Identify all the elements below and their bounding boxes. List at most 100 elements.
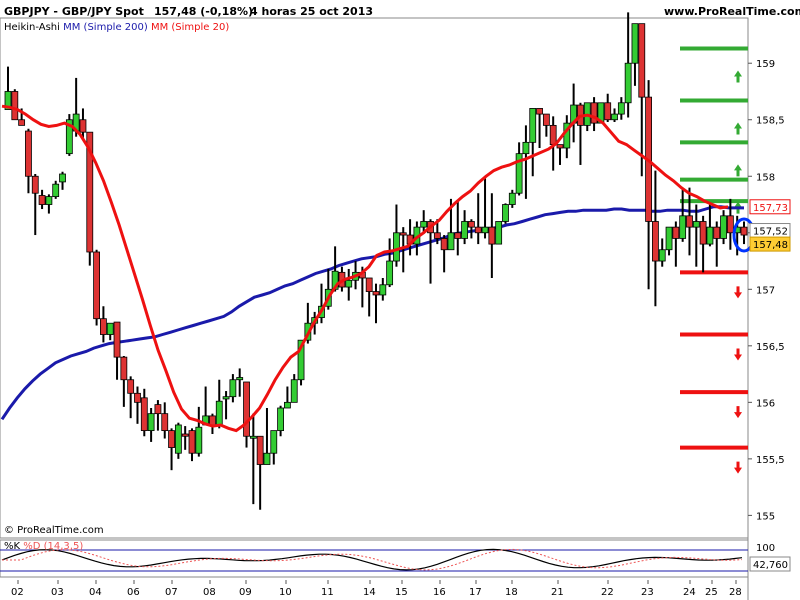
x-tick-label: 06: [127, 587, 140, 598]
x-tick-label: 24: [683, 587, 696, 598]
legend-ma20: MM (Simple 20): [150, 22, 230, 33]
candle-body: [536, 108, 543, 115]
candle-body: [617, 102, 625, 115]
candle-body: [209, 415, 216, 426]
candle-body: [365, 277, 373, 292]
candle-body: [52, 183, 60, 198]
candle-body: [127, 379, 135, 394]
support-resistance-levels: [680, 46, 748, 474]
sma200-series: [0, 205, 744, 421]
candle-body: [277, 407, 284, 432]
x-tick-label: 18: [505, 587, 518, 598]
price-label-text: 157,73: [753, 203, 788, 214]
down-arrow-icon: [734, 461, 742, 474]
candle-body: [652, 221, 659, 262]
candle-body: [140, 397, 148, 432]
candle-body: [270, 430, 278, 454]
candle-body: [229, 379, 237, 398]
price-label-text: 157,48: [753, 240, 788, 251]
candle-body: [188, 430, 196, 454]
x-tick-label: 21: [551, 587, 564, 598]
candle-body: [134, 392, 141, 403]
candle-body: [713, 226, 721, 239]
candle-body: [658, 249, 666, 262]
x-tick-label: 14: [363, 587, 376, 598]
candle-body: [18, 119, 26, 126]
candle-body: [556, 144, 564, 149]
candle-body: [440, 238, 448, 251]
candle-body: [11, 91, 19, 121]
candle-body: [215, 400, 223, 426]
candle-body: [120, 356, 128, 381]
candle-body: [113, 321, 121, 358]
x-tick-label: 16: [433, 587, 446, 598]
instrument-title: GBPJPY - GBP/JPY Spot: [4, 5, 144, 18]
candle-body: [100, 318, 107, 335]
down-arrow-icon: [734, 348, 742, 361]
candle-body: [372, 291, 380, 296]
stoch-legend: %K %D (14,3,5): [4, 541, 83, 552]
x-tick-label: 04: [89, 587, 102, 598]
candle-body: [508, 192, 516, 205]
candle-body: [106, 322, 114, 335]
chart-grid: [0, 17, 749, 600]
candle-body: [631, 23, 639, 64]
candle-body: [38, 195, 46, 205]
y-tick-label: 155: [756, 511, 775, 522]
price-axis: 155155,5156156,5157157,5158158,5159157,7…: [748, 59, 791, 522]
candle-body: [420, 221, 428, 228]
price-chart: 155155,5156156,5157157,5158158,5159157,7…: [0, 12, 791, 600]
candle-body: [468, 221, 475, 228]
x-tick-label: 07: [165, 587, 178, 598]
candle-body: [154, 404, 162, 415]
site-link[interactable]: www.ProRealTime.com: [664, 5, 800, 18]
x-tick-label: 28: [729, 587, 742, 598]
candle-body: [59, 173, 66, 183]
candle-body: [93, 251, 100, 320]
candle-body: [45, 196, 53, 205]
sma20-series: [1, 104, 729, 433]
up-arrow-icon: [734, 164, 742, 177]
candle-body: [399, 232, 407, 236]
period-readout: 4 horas 25 oct 2013: [250, 5, 374, 18]
candle-body: [495, 221, 503, 245]
candle-body: [263, 452, 271, 465]
y-tick-label: 159: [756, 59, 775, 70]
x-tick-label: 03: [51, 587, 64, 598]
quote-readout: 157,48 (-0,18%): [154, 5, 254, 18]
y-tick-label: 158: [756, 172, 775, 183]
candle-body: [345, 279, 353, 288]
candle-body: [161, 413, 169, 432]
price-label-text: 157,52: [753, 227, 788, 238]
candle-body: [672, 226, 680, 239]
candle-body: [481, 226, 489, 234]
candle-body: [147, 413, 155, 432]
candle-body: [522, 141, 530, 155]
candle-body: [590, 102, 598, 124]
up-arrow-icon: [734, 70, 742, 83]
candle-body: [665, 226, 673, 251]
x-tick-label: 10: [279, 587, 292, 598]
candle-body: [79, 119, 87, 133]
candle-body: [236, 377, 244, 381]
x-tick-label: 11: [321, 587, 334, 598]
candle-body: [447, 232, 455, 251]
candle-body: [474, 226, 482, 234]
candle-body: [604, 102, 612, 121]
candle-body: [542, 113, 550, 126]
candle-body: [686, 215, 693, 228]
candle-series: [4, 12, 756, 510]
candle-body: [284, 401, 291, 409]
candle-body: [549, 124, 557, 146]
x-tick-label: 17: [469, 587, 482, 598]
stoch-value: 42,760: [753, 560, 788, 571]
candle-body: [461, 221, 468, 239]
x-tick-label: 15: [395, 587, 408, 598]
candle-body: [638, 23, 646, 98]
candle-body: [740, 226, 748, 236]
candle-body: [290, 379, 298, 403]
stoch-level-high: 100: [756, 543, 775, 554]
candle-body: [454, 232, 462, 239]
y-tick-label: 158,5: [756, 116, 785, 127]
legend-row: Heikin-Ashi MM (Simple 200) MM (Simple 2…: [4, 22, 229, 33]
